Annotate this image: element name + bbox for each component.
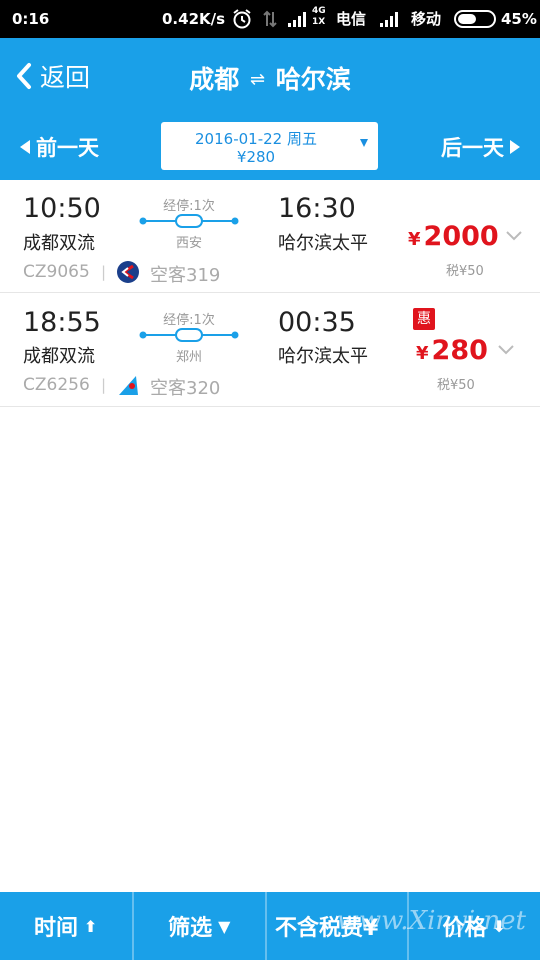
tax-amount: 税¥50 [437,378,475,393]
flight-number: CZ6256 [23,375,90,395]
signal-icon-sim1 [288,12,306,27]
arrow-up-icon: ⬆ [84,916,98,936]
sort-by-time-tab[interactable]: 时间 ⬆ [0,892,134,960]
departure-airport: 成都双流 [23,233,95,254]
price-amount: 280 [431,335,488,366]
stop-city: 西安 [175,236,202,251]
stop-count: 经停:1次 [163,313,215,328]
prev-day-label: 前一天 [36,136,99,160]
aircraft-type: 空客319 [150,265,221,286]
departure-airport: 成都双流 [23,346,95,367]
flight-row[interactable]: 18:55 成都双流 经停:1次 郑州 00:35 哈尔滨太平 CZ6256 |… [0,294,540,407]
china-eastern-logo-icon [117,261,139,283]
currency-symbol: ¥ [416,343,429,364]
status-time: 0:16 [12,10,50,28]
route-line-icon [139,214,239,228]
lowest-price: ¥280 [236,148,276,166]
date-selector[interactable]: 2016-01-22 周五 ¥280 [161,122,378,170]
battery-icon [454,10,496,28]
tax-amount: 税¥50 [446,264,484,279]
triangle-right-icon [510,140,520,154]
aircraft-type: 空客320 [150,378,221,399]
swap-arrows-icon: ⇌ [249,69,266,90]
arrival-time: 16:30 [278,193,356,224]
dropdown-caret-icon [360,139,368,147]
chevron-down-icon[interactable] [505,230,523,242]
chevron-down-icon[interactable] [497,344,515,356]
departure-time: 18:55 [23,307,101,338]
data-transfer-icon [263,10,277,28]
arrival-airport: 哈尔滨太平 [278,346,368,367]
prev-day-button[interactable]: 前一天 [20,132,99,162]
status-bar: 0:16 0.42K/s 4G 1X 电信 移动 45% [0,0,540,38]
signal-icon-sim2 [380,12,398,27]
network-type-bottom: 1X [312,17,326,27]
separator: | [101,376,107,394]
network-speed: 0.42K/s [162,10,226,28]
destination-city: 哈尔滨 [275,65,351,94]
route-line-icon [139,328,239,342]
filter-tab[interactable]: 筛选 ▼ [134,892,267,960]
separator: | [101,263,107,281]
selected-date: 2016-01-22 周五 [195,130,317,148]
day-navigation: 前一天 2016-01-22 周五 ¥280 后一天 [0,122,540,170]
watermark: www.Xinyi.net [336,906,526,936]
origin-city: 成都 [189,65,240,94]
stop-count: 经停:1次 [163,199,215,214]
price-amount: 2000 [423,221,499,252]
header-bar: 返回 成都 ⇌ 哈尔滨 前一天 2016-01-22 周五 ¥280 后一天 [0,38,540,180]
network-type-top: 4G [312,6,326,16]
arrival-airport: 哈尔滨太平 [278,233,368,254]
carrier-2: 移动 [411,10,442,28]
filter-triangle-icon: ▼ [218,916,231,936]
price: ¥2000 [408,221,499,252]
china-southern-logo-icon [119,376,138,395]
tab-filter-label: 筛选 [168,916,213,941]
tab-time-label: 时间 [34,916,79,941]
departure-time: 10:50 [23,193,101,224]
next-day-button[interactable]: 后一天 [441,132,520,162]
discount-badge: 惠 [413,308,435,330]
triangle-left-icon [20,140,30,154]
carrier-1: 电信 [336,10,367,28]
price: ¥280 [416,335,488,366]
stop-city: 郑州 [175,350,202,365]
flight-row[interactable]: 10:50 成都双流 经停:1次 西安 16:30 哈尔滨太平 CZ9065 |… [0,180,540,293]
route-title: 成都 ⇌ 哈尔滨 [0,60,540,96]
battery-percent: 45% [501,10,537,28]
alarm-icon [233,9,251,29]
currency-symbol: ¥ [408,229,421,250]
arrival-time: 00:35 [278,307,356,338]
next-day-label: 后一天 [441,136,504,160]
flight-number: CZ9065 [23,262,90,282]
